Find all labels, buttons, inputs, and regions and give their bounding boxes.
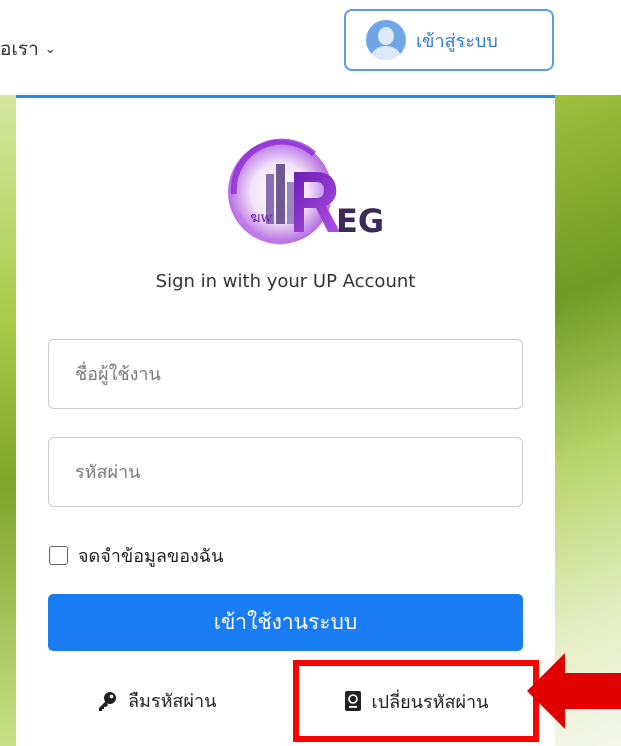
- forgot-password-link[interactable]: ลืมรหัสผ่าน: [96, 686, 216, 715]
- nav-about-menu[interactable]: อเรา ⌄: [0, 34, 56, 64]
- reg-logo: ฆw EG: [228, 138, 384, 245]
- svg-text:EG: EG: [336, 202, 384, 240]
- red-arrow-left-icon: [527, 653, 621, 729]
- password-field[interactable]: [48, 437, 523, 507]
- change-password-link[interactable]: เปลี่ยนรหัสผ่าน: [293, 660, 539, 742]
- signin-subtitle: Sign in with your UP Account: [155, 271, 416, 292]
- signin-button[interactable]: เข้าใช้งานระบบ: [48, 594, 523, 651]
- top-login-button[interactable]: เข้าสู่ระบบ: [344, 9, 554, 71]
- username-field[interactable]: [48, 339, 523, 409]
- remember-me[interactable]: จดจำข้อมูลของฉัน: [49, 541, 223, 570]
- background-image-right: [555, 95, 621, 746]
- login-card: ฆw EG Sign in with your UP Account จดจำข…: [16, 95, 555, 746]
- svg-text:ฆw: ฆw: [250, 210, 272, 226]
- top-login-label: เข้าสู่ระบบ: [416, 30, 498, 52]
- passport-icon: [344, 691, 361, 711]
- chevron-down-icon: ⌄: [44, 41, 56, 57]
- background-image-left: [0, 95, 16, 746]
- user-avatar-icon: [366, 20, 406, 60]
- nav-about-label: อเรา: [0, 38, 39, 60]
- change-password-label: เปลี่ยนรหัสผ่าน: [371, 691, 489, 713]
- remember-label: จดจำข้อมูลของฉัน: [78, 546, 224, 567]
- forgot-password-label: ลืมรหัสผ่าน: [128, 691, 217, 712]
- key-icon: [99, 691, 116, 711]
- remember-checkbox[interactable]: [49, 546, 68, 565]
